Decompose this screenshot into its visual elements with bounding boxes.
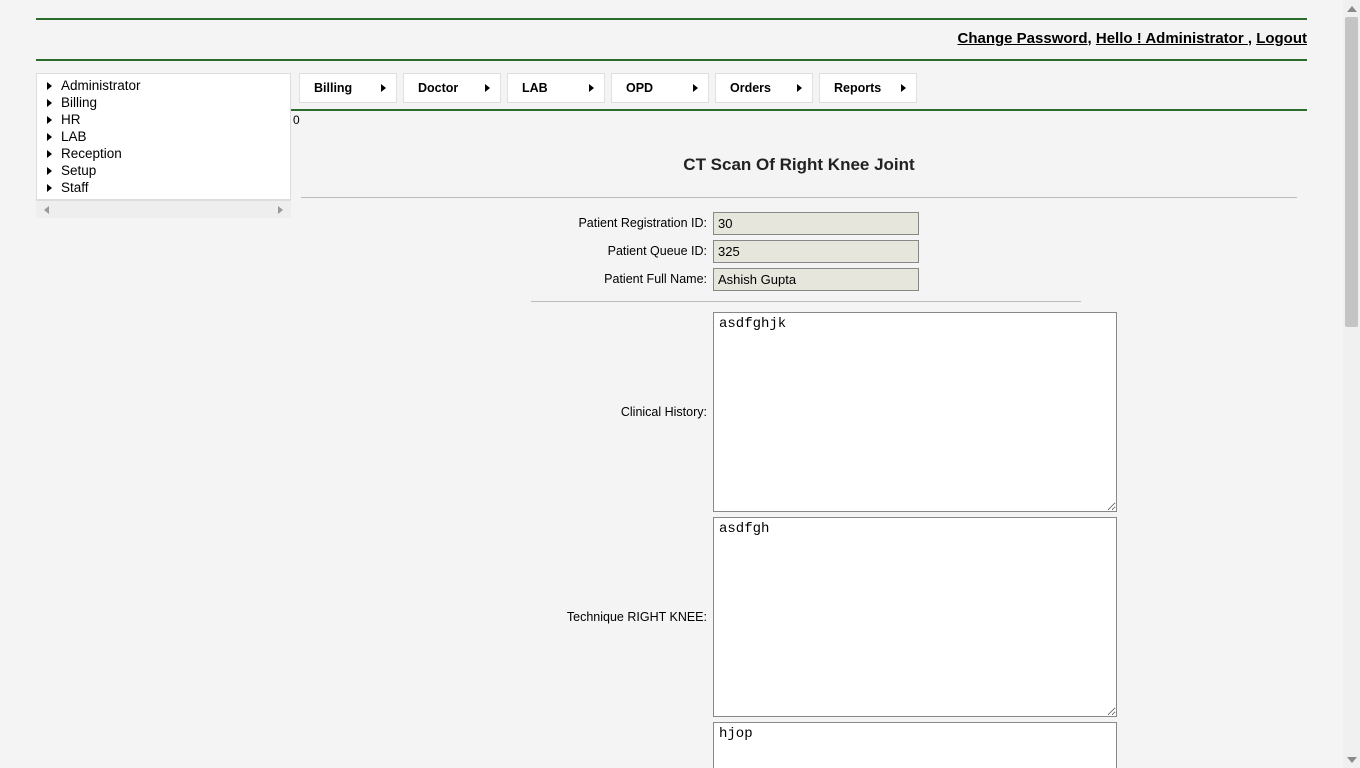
- chevron-right-icon: [47, 184, 52, 192]
- sidebar-item-label: Staff: [61, 180, 89, 195]
- sidebar: Administrator Billing HR LAB: [36, 73, 291, 200]
- technique-label: Technique RIGHT KNEE:: [301, 610, 713, 624]
- chevron-right-icon: [485, 84, 490, 92]
- full-name-label: Patient Full Name:: [301, 268, 713, 286]
- menu-label: Billing: [314, 81, 352, 95]
- menu-label: Doctor: [418, 81, 458, 95]
- scroll-thumb[interactable]: [1345, 17, 1358, 327]
- sidebar-item-reception[interactable]: Reception: [37, 145, 290, 162]
- chevron-right-icon: [47, 167, 52, 175]
- chevron-right-icon: [47, 150, 52, 158]
- menu-label: OPD: [626, 81, 653, 95]
- top-menu-bar: Billing Doctor LAB OPD: [291, 73, 1307, 103]
- reg-id-label: Patient Registration ID:: [301, 212, 713, 230]
- chevron-right-icon: [901, 84, 906, 92]
- page-title: CT Scan Of Right Knee Joint: [291, 127, 1307, 197]
- queue-id-label: Patient Queue ID:: [301, 240, 713, 258]
- sidebar-item-lab[interactable]: LAB: [37, 128, 290, 145]
- change-password-link[interactable]: Change Password: [957, 30, 1087, 47]
- menu-orders[interactable]: Orders: [715, 73, 813, 103]
- top-links: Change Password, Hello ! Administrator ,…: [36, 20, 1307, 59]
- sidebar-item-hr[interactable]: HR: [37, 111, 290, 128]
- sidebar-scrollbar[interactable]: [36, 200, 291, 218]
- menu-reports[interactable]: Reports: [819, 73, 917, 103]
- sidebar-item-setup[interactable]: Setup: [37, 162, 290, 179]
- clinical-history-label: Clinical History:: [301, 405, 713, 419]
- chevron-right-icon: [589, 84, 594, 92]
- sidebar-item-billing[interactable]: Billing: [37, 94, 290, 111]
- logout-link[interactable]: Logout: [1256, 30, 1307, 47]
- menu-lab[interactable]: LAB: [507, 73, 605, 103]
- sidebar-item-administrator[interactable]: Administrator: [37, 77, 290, 94]
- full-name-field[interactable]: [713, 268, 919, 291]
- sidebar-item-label: Billing: [61, 95, 97, 110]
- menu-doctor[interactable]: Doctor: [403, 73, 501, 103]
- greeting-link[interactable]: Hello ! Administrator: [1096, 30, 1248, 47]
- sidebar-item-label: Setup: [61, 163, 96, 178]
- reg-id-field[interactable]: [713, 212, 919, 235]
- sidebar-item-staff[interactable]: Staff: [37, 179, 290, 196]
- sidebar-item-label: Reception: [61, 146, 122, 161]
- sidebar-item-label: LAB: [61, 129, 87, 144]
- menu-label: Orders: [730, 81, 771, 95]
- menu-label: Reports: [834, 81, 881, 95]
- technique-textarea[interactable]: [713, 517, 1117, 717]
- queue-id-field[interactable]: [713, 240, 919, 263]
- chevron-right-icon: [47, 133, 52, 141]
- scroll-down-icon[interactable]: [1343, 751, 1360, 768]
- third-textarea[interactable]: [713, 722, 1117, 768]
- sidebar-item-label: Administrator: [61, 78, 141, 93]
- form-divider: [531, 301, 1081, 302]
- chevron-right-icon: [47, 82, 52, 90]
- sidebar-item-label: HR: [61, 112, 81, 127]
- chevron-right-icon: [381, 84, 386, 92]
- chevron-right-icon: [693, 84, 698, 92]
- chevron-right-icon: [47, 116, 52, 124]
- vertical-scrollbar[interactable]: [1343, 0, 1360, 768]
- form-area: Patient Registration ID: Patient Queue I…: [291, 198, 1307, 768]
- menu-billing[interactable]: Billing: [299, 73, 397, 103]
- menu-opd[interactable]: OPD: [611, 73, 709, 103]
- zero-marker: 0: [291, 111, 1307, 127]
- clinical-history-textarea[interactable]: [713, 312, 1117, 512]
- chevron-right-icon: [47, 99, 52, 107]
- menu-label: LAB: [522, 81, 548, 95]
- scroll-up-icon[interactable]: [1343, 0, 1360, 17]
- chevron-right-icon: [797, 84, 802, 92]
